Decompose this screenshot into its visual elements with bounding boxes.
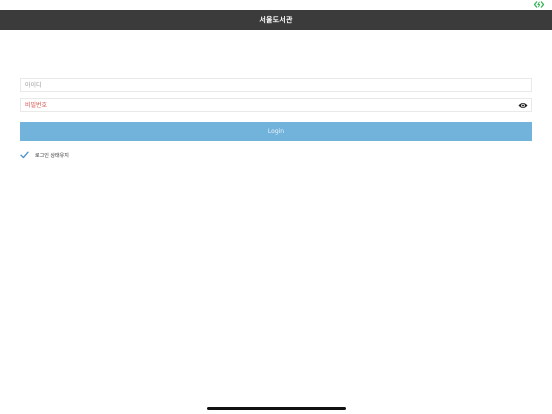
keep-login-checkbox[interactable] <box>20 151 29 160</box>
keep-login-option[interactable]: 로그인 상태유지 <box>20 150 69 160</box>
keep-login-label: 로그인 상태유지 <box>35 152 69 159</box>
login-button[interactable]: Login <box>20 122 532 141</box>
navigation-bar: 서울도서관 <box>0 10 552 30</box>
home-indicator[interactable] <box>207 407 346 410</box>
checkmark-icon <box>20 151 29 159</box>
user-id-field[interactable] <box>20 78 532 92</box>
user-id-input[interactable] <box>21 79 531 91</box>
password-input[interactable] <box>21 99 531 111</box>
status-bar <box>0 0 552 10</box>
password-field[interactable] <box>20 98 532 112</box>
battery-charging-icon <box>534 1 544 8</box>
eye-icon[interactable] <box>518 101 528 110</box>
page-title: 서울도서관 <box>259 16 293 24</box>
login-screen: 서울도서관 Login 로그인 상태유지 <box>0 0 552 414</box>
